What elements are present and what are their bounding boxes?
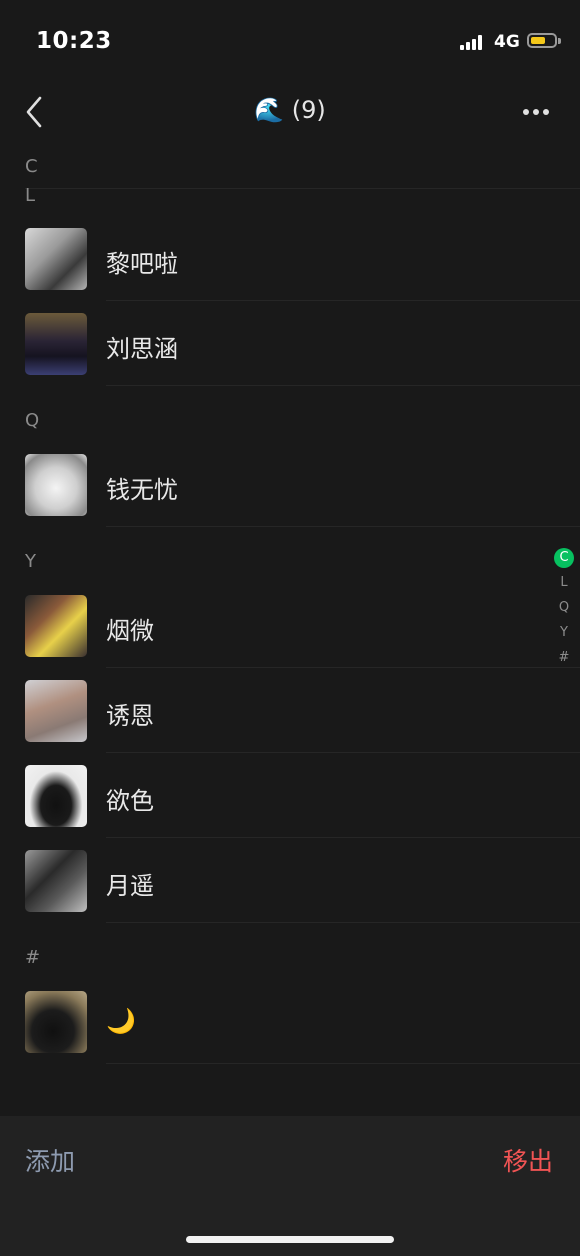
ellipsis-icon[interactable] xyxy=(520,108,552,118)
network-type: 4G xyxy=(494,32,520,52)
member-name: 黎吧啦 xyxy=(106,250,178,278)
list-item[interactable]: 烟微 xyxy=(0,583,580,668)
remove-button[interactable]: 移出 xyxy=(503,1142,553,1178)
nav-bar: 🌊 (9) xyxy=(0,80,580,146)
home-indicator[interactable] xyxy=(186,1236,394,1243)
index-item-l[interactable]: L xyxy=(552,570,576,595)
divider xyxy=(106,922,580,923)
index-item-y[interactable]: Y xyxy=(552,620,576,645)
member-name: 🌙 xyxy=(106,1007,136,1035)
divider xyxy=(25,188,580,189)
member-name: 烟微 xyxy=(106,617,154,645)
list-item[interactable]: 钱无忧 xyxy=(0,442,580,527)
status-time: 10:23 xyxy=(36,28,112,54)
member-name: 刘思涵 xyxy=(106,335,178,363)
divider xyxy=(106,385,580,386)
avatar xyxy=(25,991,87,1053)
avatar xyxy=(25,595,87,657)
add-button[interactable]: 添加 xyxy=(25,1142,75,1178)
list-item[interactable]: 月遥 xyxy=(0,838,580,923)
list-item[interactable]: 黎吧啦 xyxy=(0,216,580,301)
index-item-q[interactable]: Q xyxy=(552,595,576,620)
list-item[interactable]: 欲色 xyxy=(0,753,580,838)
member-name: 钱无忧 xyxy=(106,476,178,504)
avatar xyxy=(25,850,87,912)
avatar xyxy=(25,313,87,375)
index-item-c[interactable]: C xyxy=(552,545,576,570)
bottom-action-bar: 添加 移出 xyxy=(0,1116,580,1256)
member-name: 欲色 xyxy=(106,787,154,815)
avatar xyxy=(25,228,87,290)
section-header-hash: # xyxy=(25,947,41,968)
member-name: 月遥 xyxy=(106,872,154,900)
avatar xyxy=(25,680,87,742)
list-item[interactable]: 诱恩 xyxy=(0,668,580,753)
list-item[interactable]: 🌙 xyxy=(0,979,580,1064)
section-header-c: C xyxy=(25,156,38,177)
alphabet-index[interactable]: C L Q Y # xyxy=(552,545,576,670)
divider xyxy=(106,1063,580,1064)
section-header-y: Y xyxy=(25,551,36,572)
list-item[interactable]: 刘思涵 xyxy=(0,301,580,386)
page-title: 🌊 (9) xyxy=(254,96,326,124)
avatar xyxy=(25,765,87,827)
section-header-q: Q xyxy=(25,410,40,431)
member-name: 诱恩 xyxy=(106,702,154,730)
status-bar: 10:23 4G xyxy=(0,0,580,80)
index-item-hash[interactable]: # xyxy=(552,645,576,670)
battery-cap xyxy=(558,38,561,44)
avatar xyxy=(25,454,87,516)
battery-icon xyxy=(527,33,557,48)
signal-icon xyxy=(460,34,488,50)
section-header-l: L xyxy=(25,185,36,206)
divider xyxy=(106,526,580,527)
